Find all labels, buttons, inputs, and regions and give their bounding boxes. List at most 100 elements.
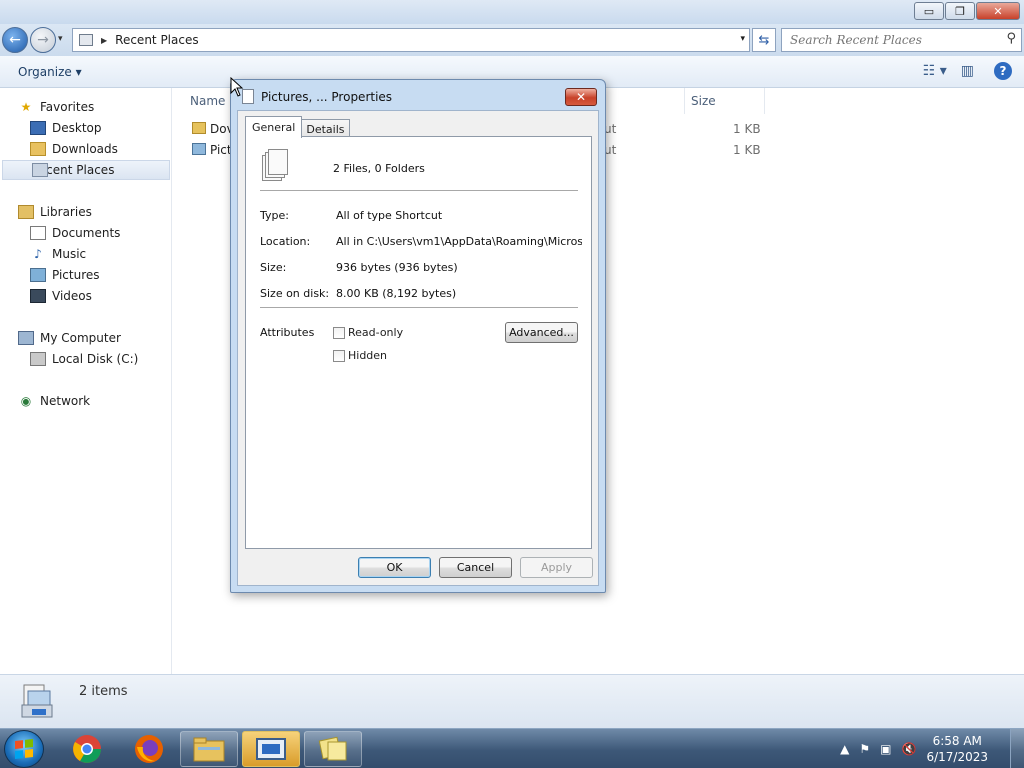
- action-center-flag-icon[interactable]: ⚑: [859, 742, 870, 756]
- hidden-checkbox[interactable]: Hidden: [333, 349, 387, 362]
- refresh-button[interactable]: ⇆: [752, 28, 776, 52]
- checkbox-box[interactable]: [333, 349, 345, 362]
- star-icon: ★: [20, 100, 32, 114]
- nav-label: Network: [40, 394, 91, 408]
- address-row: ← → ▾ ▶ Recent Places ▾ ⇆ ⚲: [0, 24, 1024, 56]
- nav-libraries[interactable]: Libraries: [18, 202, 92, 222]
- search-box[interactable]: ⚲: [781, 28, 1022, 52]
- nav-network[interactable]: ◉ Network: [18, 391, 90, 411]
- minimize-button[interactable]: ▭: [914, 2, 944, 20]
- nav-recent-places[interactable]: Recent Places: [2, 160, 170, 180]
- nav-music[interactable]: ♪ Music: [30, 244, 86, 264]
- nav-pictures[interactable]: Pictures: [30, 265, 100, 285]
- taskbar-properties-window[interactable]: [304, 731, 362, 767]
- taskbar: ▲ ⚑ ▣ 🔇 6:58 AM 6/17/2023: [0, 728, 1024, 768]
- computer-icon: [18, 331, 34, 345]
- size-on-disk-label: Size on disk:: [260, 287, 330, 300]
- folder-icon: [193, 737, 225, 762]
- details-pane: 2 items: [0, 674, 1024, 728]
- nav-label: Documents: [52, 226, 121, 240]
- show-hidden-icons-icon[interactable]: ▲: [840, 742, 849, 756]
- start-button[interactable]: [4, 730, 44, 768]
- nav-favorites[interactable]: ★ Favorites: [18, 97, 95, 117]
- window-app-icon: [256, 738, 286, 760]
- address-bar[interactable]: ▶ Recent Places ▾: [72, 28, 750, 52]
- nav-documents[interactable]: Documents: [30, 223, 120, 243]
- view-options-icon[interactable]: ☷ ▾: [923, 63, 947, 79]
- volume-muted-icon[interactable]: 🔇: [902, 742, 917, 756]
- refresh-icon: ⇆: [758, 32, 770, 48]
- network-icon: ◉: [20, 394, 32, 408]
- nav-downloads[interactable]: Downloads: [30, 139, 118, 159]
- taskbar-firefox[interactable]: [120, 731, 178, 767]
- column-header-name[interactable]: Name: [190, 94, 225, 108]
- location-icon: [79, 34, 93, 46]
- tab-general[interactable]: General: [245, 116, 303, 138]
- nav-label: Music: [52, 247, 87, 261]
- videos-icon: [30, 289, 46, 303]
- address-dropdown-icon[interactable]: ▾: [740, 34, 745, 44]
- nav-label: Favorites: [40, 100, 95, 114]
- attributes-label: Attributes: [260, 326, 315, 339]
- dialog-title: Pictures, ... Properties: [261, 90, 393, 104]
- files-icon: [318, 736, 347, 761]
- breadcrumb-chevron-icon[interactable]: ▶: [101, 36, 107, 45]
- readonly-checkbox[interactable]: Read-only: [333, 326, 403, 339]
- column-separator[interactable]: [764, 88, 765, 114]
- size-value: 936 bytes (936 bytes): [336, 261, 458, 274]
- multiple-files-icon: [21, 684, 53, 718]
- maximize-button[interactable]: ❐: [945, 2, 975, 20]
- apply-button[interactable]: Apply: [520, 557, 593, 578]
- general-tab-panel: 2 Files, 0 Folders Type: All of type Sho…: [245, 136, 592, 549]
- divider: [260, 307, 578, 308]
- libraries-icon: [18, 205, 34, 219]
- size-on-disk-value: 8.00 KB (8,192 bytes): [336, 287, 457, 300]
- nav-label: Desktop: [52, 121, 102, 135]
- row-name: Pict: [210, 143, 232, 157]
- organize-button[interactable]: Organize ▾: [18, 65, 82, 79]
- recent-places-icon: [32, 163, 48, 177]
- type-value: All of type Shortcut: [336, 209, 443, 222]
- size-label: Size:: [260, 261, 287, 274]
- taskbar-remote-app[interactable]: [242, 731, 300, 767]
- toolbar-right: ☷ ▾ ▥ ?: [909, 62, 1012, 80]
- taskbar-explorer[interactable]: [180, 731, 238, 767]
- show-desktop-button[interactable]: [1010, 729, 1024, 768]
- ok-button[interactable]: OK: [358, 557, 431, 578]
- nav-desktop[interactable]: Desktop: [30, 118, 102, 138]
- arrow-left-icon: ←: [9, 32, 21, 48]
- advanced-button[interactable]: Advanced...: [505, 322, 578, 343]
- music-icon: ♪: [34, 247, 42, 261]
- close-button[interactable]: ✕: [976, 2, 1020, 20]
- forward-button[interactable]: →: [30, 27, 56, 53]
- row-size: 1 KB: [733, 143, 761, 157]
- nav-videos[interactable]: Videos: [30, 286, 92, 306]
- network-status-icon[interactable]: ▣: [880, 742, 891, 756]
- back-button[interactable]: ←: [2, 27, 28, 53]
- cancel-button[interactable]: Cancel: [439, 557, 512, 578]
- search-input[interactable]: [782, 29, 992, 51]
- help-icon[interactable]: ?: [994, 62, 1012, 80]
- desktop-icon: [30, 121, 46, 135]
- pictures-icon: [30, 268, 46, 282]
- system-tray: ▲ ⚑ ▣ 🔇 6:58 AM 6/17/2023: [840, 729, 1024, 768]
- taskbar-chrome[interactable]: [58, 731, 116, 767]
- nav-label: My Computer: [40, 331, 121, 345]
- column-separator[interactable]: [684, 88, 685, 114]
- arrow-right-icon: →: [37, 32, 49, 48]
- dialog-close-button[interactable]: ✕: [565, 88, 597, 106]
- breadcrumb-recent-places[interactable]: Recent Places: [115, 33, 198, 47]
- clock[interactable]: 6:58 AM 6/17/2023: [926, 733, 988, 765]
- dialog-body: General Details 2 Files, 0 Folders Type:…: [237, 110, 599, 586]
- clock-time: 6:58 AM: [932, 734, 982, 748]
- nav-local-disk[interactable]: Local Disk (C:): [30, 349, 138, 369]
- column-header-size[interactable]: Size: [691, 94, 716, 108]
- recent-pages-dropdown[interactable]: ▾: [58, 34, 63, 44]
- nav-my-computer[interactable]: My Computer: [18, 328, 121, 348]
- readonly-label: Read-only: [348, 326, 404, 339]
- clock-date: 6/17/2023: [926, 750, 988, 764]
- search-icon[interactable]: ⚲: [1006, 31, 1016, 46]
- firefox-icon: [135, 735, 163, 763]
- checkbox-box[interactable]: [333, 326, 345, 339]
- preview-pane-icon[interactable]: ▥: [961, 63, 974, 79]
